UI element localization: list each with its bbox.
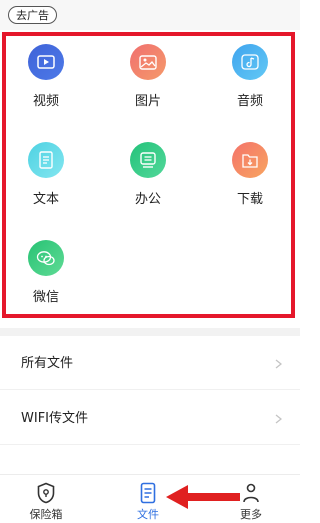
category-label: 文本 <box>32 192 59 207</box>
category-label: 音频 <box>236 94 263 109</box>
remove-ads-button[interactable]: 去广告 <box>8 6 57 24</box>
chevron-right-icon <box>275 359 282 369</box>
video-icon <box>28 44 64 80</box>
chevron-right-icon <box>275 414 282 424</box>
document-icon <box>28 142 64 178</box>
wechat-icon <box>28 240 64 276</box>
category-wechat[interactable]: 微信 <box>16 240 76 305</box>
list-item-label: 所有文件 <box>21 356 74 371</box>
office-icon <box>130 142 166 178</box>
tab-vault[interactable]: 保险箱 <box>16 475 76 523</box>
category-label: 视频 <box>32 94 59 109</box>
vault-icon <box>37 482 55 504</box>
category-office[interactable]: 办公 <box>118 142 178 207</box>
category-label: 下载 <box>236 192 263 207</box>
section-divider <box>0 328 300 336</box>
list-item-label: WIFI传文件 <box>21 411 88 426</box>
file-icon <box>140 482 156 504</box>
annotation-arrow-icon <box>166 485 240 509</box>
category-image[interactable]: 图片 <box>118 44 178 109</box>
category-audio[interactable]: 音频 <box>220 44 280 109</box>
top-bar: 去广告 <box>0 0 300 30</box>
category-download[interactable]: 下载 <box>220 142 280 207</box>
category-label: 微信 <box>32 290 59 305</box>
bottom-nav: 保险箱 文件 更多 <box>0 474 300 523</box>
category-text[interactable]: 文本 <box>16 142 76 207</box>
category-label: 图片 <box>134 94 161 109</box>
category-video[interactable]: 视频 <box>16 44 76 109</box>
list-item-wifi-transfer[interactable]: WIFI传文件 <box>0 393 300 445</box>
category-label: 办公 <box>134 192 161 207</box>
image-icon <box>130 44 166 80</box>
more-icon <box>243 483 259 503</box>
category-grid: 视频 图片 音频 文本 办公 下载 微信 <box>0 30 300 328</box>
download-icon <box>232 142 268 178</box>
tab-label: 保险箱 <box>29 508 63 521</box>
music-icon <box>232 44 268 80</box>
list-item-all-files[interactable]: 所有文件 <box>0 338 300 390</box>
